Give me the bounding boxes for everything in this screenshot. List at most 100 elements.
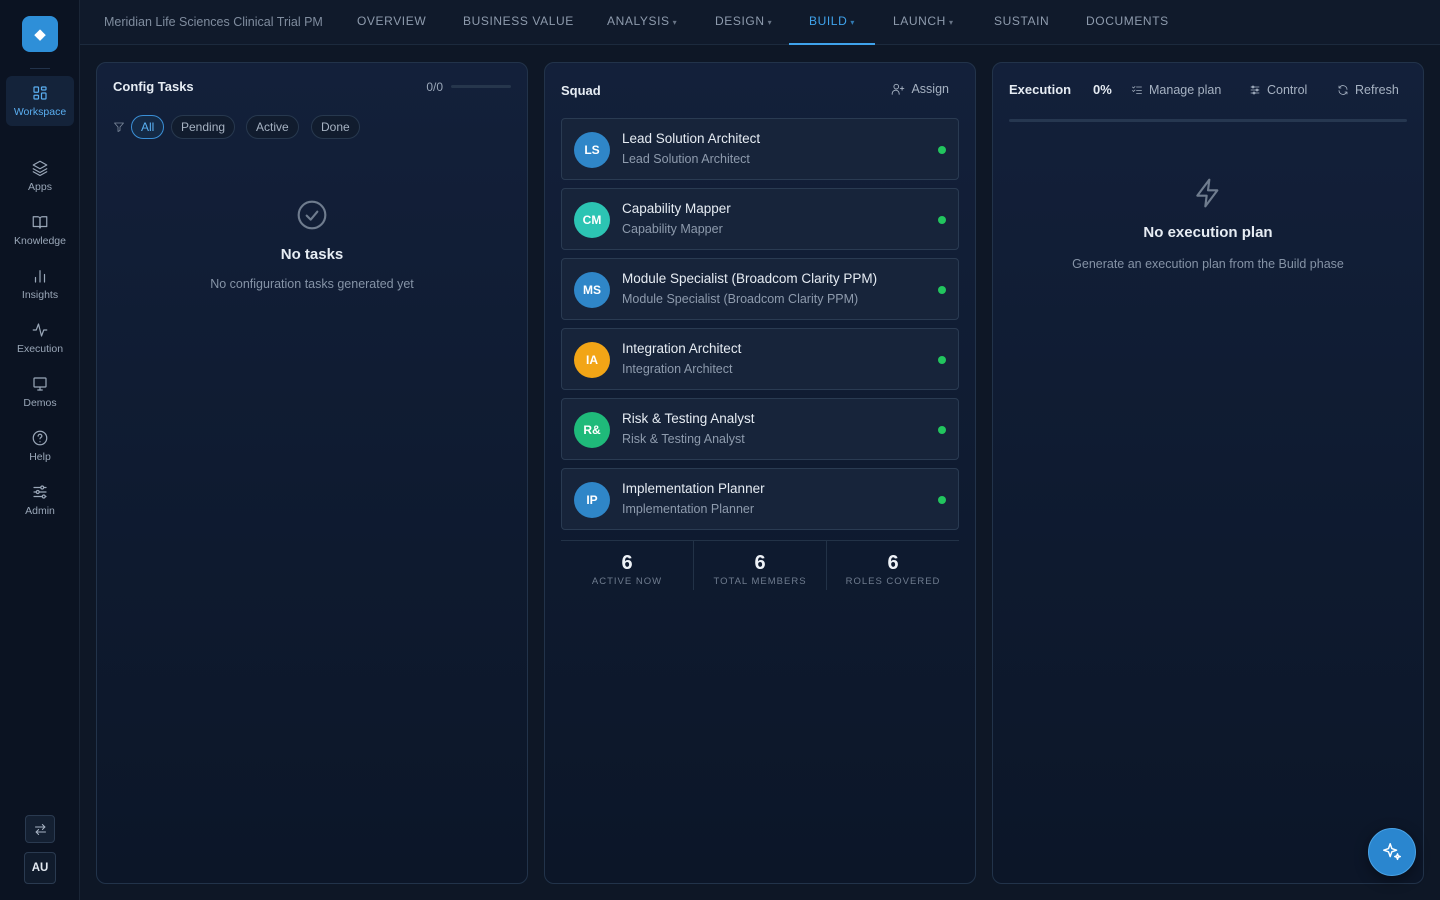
tab-label: LAUNCH: [893, 14, 946, 28]
tab-overview[interactable]: OVERVIEW: [357, 0, 426, 45]
stat-value: 6: [754, 552, 766, 574]
empty-subtitle: No configuration tasks generated yet: [210, 277, 414, 291]
squad-member[interactable]: LS Lead Solution Architect Lead Solution…: [561, 118, 959, 180]
tab-design[interactable]: DESIGN ▾: [715, 0, 772, 45]
empty-title: No execution plan: [1143, 224, 1273, 241]
top-nav: Meridian Life Sciences Clinical Trial PM…: [80, 0, 1440, 45]
sidebar-item-admin[interactable]: Admin: [6, 475, 74, 525]
tab-business-value[interactable]: BUSINESS VALUE: [463, 0, 574, 45]
sidebar-item-workspace[interactable]: Workspace: [6, 76, 74, 126]
monitor-icon: [33, 377, 47, 391]
stat-roles-covered: 6 ROLES COVERED: [827, 541, 959, 590]
swap-arrows-icon: [34, 823, 46, 835]
filter-chip-all[interactable]: All: [131, 115, 165, 139]
manage-plan-button[interactable]: Manage plan: [1131, 83, 1221, 97]
project-name: Meridian Life Sciences Clinical Trial PM: [104, 15, 323, 29]
member-list: LS Lead Solution Architect Lead Solution…: [561, 118, 959, 538]
sidebar-item-apps[interactable]: Apps: [6, 151, 74, 201]
assign-button[interactable]: Assign: [891, 82, 949, 96]
member-name: Module Specialist (Broadcom Clarity PPM): [622, 271, 878, 286]
stat-label: TOTAL MEMBERS: [713, 576, 807, 587]
member-role: Implementation Planner: [622, 502, 755, 516]
sidebar-item-help[interactable]: Help: [6, 421, 74, 471]
member-avatar: IA: [574, 342, 610, 378]
refresh-label: Refresh: [1355, 83, 1399, 97]
squad-panel: Squad Assign LS Lead Solution Architect …: [544, 62, 976, 884]
logo-divider: [30, 68, 50, 69]
task-count: 0/0: [426, 80, 443, 94]
sidebar-item-label: Execution: [16, 343, 64, 355]
bar-chart-icon: [34, 270, 46, 283]
member-avatar: LS: [574, 132, 610, 168]
panel-title: Config Tasks: [113, 79, 194, 94]
member-role: Lead Solution Architect: [622, 152, 750, 166]
member-avatar: R&: [574, 412, 610, 448]
sidebar-item-label: Help: [29, 451, 51, 463]
chevron-down-icon: ▾: [767, 18, 773, 27]
stat-value: 6: [621, 552, 633, 574]
help-circle-icon: [32, 430, 48, 446]
squad-member[interactable]: IA Integration Architect Integration Arc…: [561, 328, 959, 390]
empty-subtitle: Generate an execution plan from the Buil…: [1072, 257, 1344, 271]
diamond-logo-icon[interactable]: ◆: [22, 16, 58, 52]
tab-analysis[interactable]: ANALYSIS ▾: [607, 0, 677, 45]
book-icon: [32, 216, 48, 229]
squad-member[interactable]: R& Risk & Testing Analyst Risk & Testing…: [561, 398, 959, 460]
sidebar-item-label: Insights: [21, 289, 59, 301]
member-role: Module Specialist (Broadcom Clarity PPM): [622, 292, 859, 306]
panel-title: Squad: [561, 83, 601, 98]
tab-sustain[interactable]: SUSTAIN: [994, 0, 1049, 45]
member-name: Capability Mapper: [622, 201, 731, 216]
status-dot: [938, 496, 946, 504]
execution-empty-state: No execution plan Generate an execution …: [993, 177, 1423, 271]
user-avatar[interactable]: AU: [24, 852, 56, 884]
squad-member[interactable]: MS Module Specialist (Broadcom Clarity P…: [561, 258, 959, 320]
refresh-button[interactable]: Refresh: [1337, 83, 1399, 97]
execution-panel: Execution 0% Manage plan Control Refresh…: [992, 62, 1424, 884]
tab-launch[interactable]: LAUNCH ▾: [893, 0, 954, 45]
refresh-icon: [1338, 85, 1348, 95]
status-dot: [938, 146, 946, 154]
sidebar-item-knowledge[interactable]: Knowledge: [6, 205, 74, 255]
filter-chip-active[interactable]: Active: [246, 115, 299, 139]
sidebar-item-execution[interactable]: Execution: [6, 313, 74, 363]
status-dot: [938, 216, 946, 224]
tasks-empty-state: No tasks No configuration tasks generate…: [97, 199, 527, 291]
tab-label: DOCUMENTS: [1086, 14, 1169, 28]
status-dot: [938, 286, 946, 294]
grid-icon: [33, 86, 47, 100]
sidebar-item-demos[interactable]: Demos: [6, 367, 74, 417]
swap-arrows-button[interactable]: [25, 815, 55, 843]
config-tasks-panel: Config Tasks 0/0 All Pending Active Done…: [96, 62, 528, 884]
member-role: Risk & Testing Analyst: [622, 432, 745, 446]
filter-chip-pending[interactable]: Pending: [171, 115, 236, 139]
tab-label: OVERVIEW: [357, 14, 427, 28]
layers-icon: [32, 160, 48, 177]
squad-stats: 6 ACTIVE NOW 6 TOTAL MEMBERS 6 ROLES COV…: [561, 540, 959, 590]
stat-total-members: 6 TOTAL MEMBERS: [694, 541, 827, 590]
member-role: Integration Architect: [622, 362, 733, 376]
execution-percent: 0%: [1093, 82, 1112, 97]
sidebar-item-label: Demos: [23, 397, 57, 409]
sliders-icon: [33, 485, 47, 499]
panel-title: Execution: [1009, 82, 1072, 97]
filter-chip-done[interactable]: Done: [311, 115, 360, 139]
sidebar-item-label: Admin: [25, 505, 55, 517]
sidebar: ◆ Workspace Apps Knowledge Insights Exec…: [0, 0, 80, 900]
control-label: Control: [1267, 83, 1308, 97]
tab-label: SUSTAIN: [994, 14, 1050, 28]
control-button[interactable]: Control: [1249, 83, 1307, 97]
sliders-icon: [1250, 85, 1260, 95]
empty-title: No tasks: [280, 246, 344, 263]
tab-documents[interactable]: DOCUMENTS: [1086, 0, 1169, 45]
squad-member[interactable]: IP Implementation Planner Implementation…: [561, 468, 959, 530]
tab-label: BUILD: [809, 14, 848, 28]
execution-progress-bar: [1009, 119, 1407, 122]
squad-member[interactable]: CM Capability Mapper Capability Mapper: [561, 188, 959, 250]
sparkles-icon: [1383, 843, 1401, 861]
sidebar-item-insights[interactable]: Insights: [6, 259, 74, 309]
tab-build[interactable]: BUILD ▾: [789, 0, 875, 45]
ai-assistant-button[interactable]: [1368, 828, 1416, 876]
app-root: ◆ Workspace Apps Knowledge Insights Exec…: [0, 0, 1440, 900]
stat-active-now: 6 ACTIVE NOW: [561, 541, 694, 590]
